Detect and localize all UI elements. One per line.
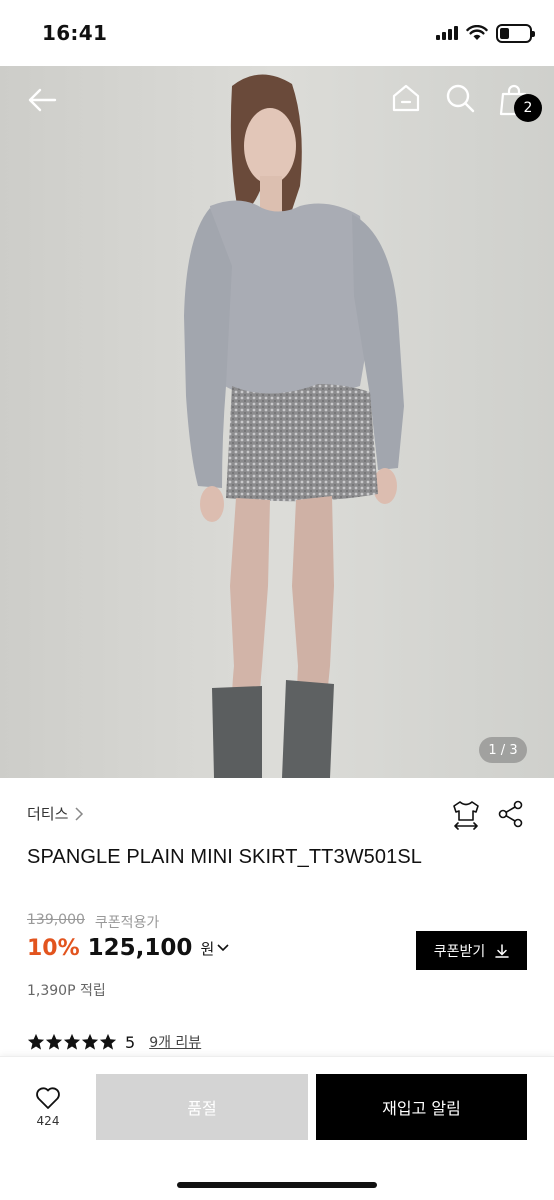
download-icon: [495, 943, 510, 958]
image-counter: 1 / 3: [479, 737, 527, 763]
chevron-down-icon: [217, 944, 229, 952]
arrow-left-icon: [28, 88, 57, 112]
sale-price: 125,100: [87, 935, 193, 961]
price-row: 10% 125,100 원: [27, 935, 229, 961]
restock-alert-button[interactable]: 재입고 알림: [316, 1074, 527, 1140]
back-button[interactable]: [22, 82, 62, 118]
battery-icon: [496, 23, 535, 43]
status-bar: 16:41: [0, 0, 554, 66]
rating-row: 5 9개 리뷰: [27, 1032, 201, 1052]
coupon-download-button[interactable]: 쿠폰받기: [416, 931, 527, 970]
rating-value: 5: [125, 1032, 136, 1052]
rating-stars: [27, 1033, 117, 1051]
currency-label: 원: [200, 939, 215, 958]
home-button[interactable]: [388, 80, 424, 116]
brand-name: 더티스: [27, 805, 69, 823]
star-icon: [45, 1033, 63, 1050]
heart-icon: [36, 1087, 60, 1109]
star-icon: [27, 1033, 45, 1050]
star-icon: [81, 1033, 99, 1050]
soldout-button: 품절: [96, 1074, 308, 1140]
brand-link[interactable]: 더티스: [27, 803, 84, 824]
search-button[interactable]: [442, 80, 478, 116]
coupon-button-label: 쿠폰받기: [433, 943, 486, 960]
discount-rate: 10%: [27, 935, 80, 961]
product-image[interactable]: [0, 66, 554, 778]
share-icon[interactable]: [498, 800, 524, 828]
search-icon: [446, 84, 475, 113]
original-price-row: 139,000 쿠폰적용가: [27, 912, 159, 932]
star-icon: [99, 1033, 117, 1050]
model-photo: [0, 66, 554, 778]
reward-points: 1,390P 적립: [27, 983, 106, 999]
size-guide-icon[interactable]: [452, 800, 480, 830]
like-button[interactable]: 424: [26, 1086, 70, 1128]
price-detail-toggle[interactable]: 원: [200, 938, 229, 959]
home-indicator: [177, 1182, 377, 1188]
product-name: SPANGLE PLAIN MINI SKIRT_TT3W501SL: [27, 846, 423, 868]
coupon-price-note: 쿠폰적용가: [94, 915, 160, 931]
cart-count-badge: 2: [514, 94, 542, 122]
star-icon: [63, 1033, 81, 1050]
like-count: 424: [36, 1114, 60, 1128]
status-icons: [436, 22, 535, 44]
product-actions: [452, 800, 524, 830]
cellular-signal-icon: [436, 26, 458, 40]
review-link[interactable]: 9개 리뷰: [149, 1032, 201, 1052]
original-price: 139,000: [27, 912, 85, 928]
status-time: 16:41: [42, 21, 108, 45]
chevron-right-icon: [75, 806, 84, 821]
wifi-icon: [466, 25, 488, 40]
home-icon: [392, 84, 420, 112]
